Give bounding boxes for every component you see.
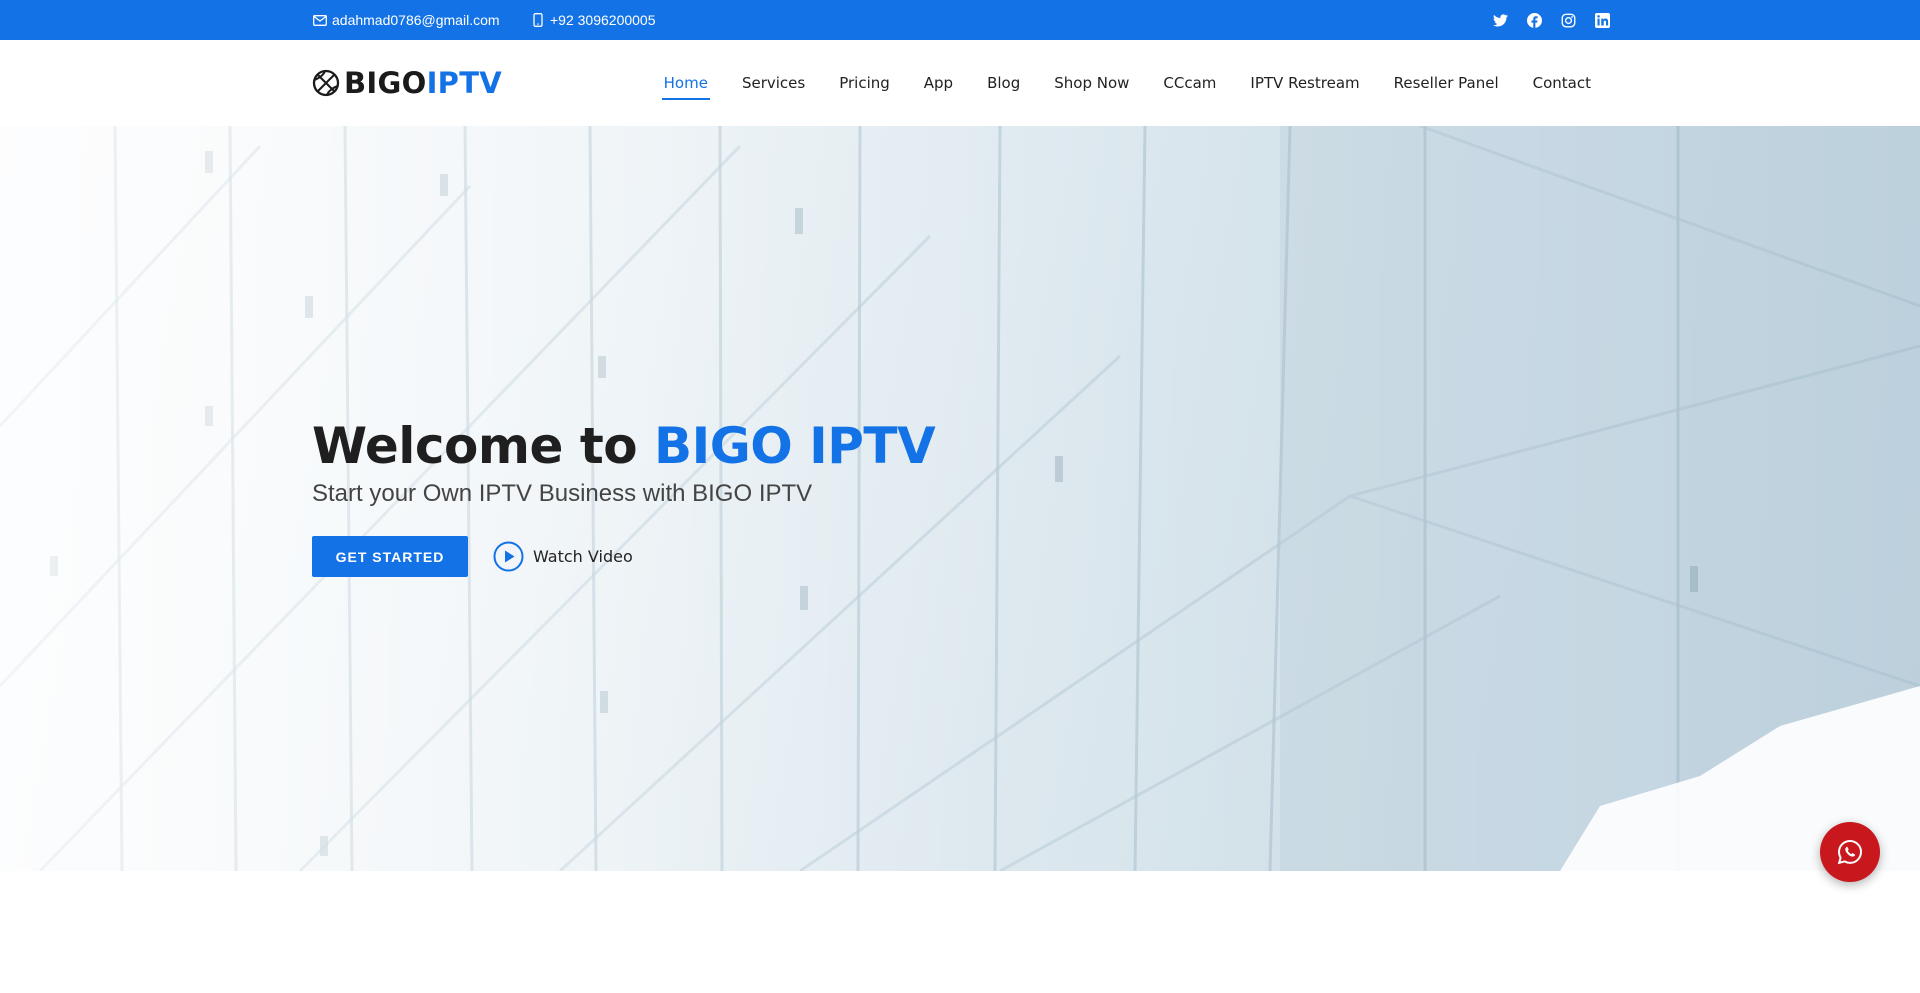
nav-shop-now[interactable]: Shop Now — [1037, 40, 1146, 126]
nav-home[interactable]: Home — [647, 40, 725, 126]
hero-background-image — [0, 126, 1920, 871]
logo-text-accent: IPTV — [426, 66, 503, 100]
social-links — [1492, 0, 1610, 40]
hero-title-accent: BIGO IPTV — [654, 417, 936, 475]
nav-app[interactable]: App — [907, 40, 970, 126]
twitter-icon[interactable] — [1492, 12, 1508, 28]
linkedin-icon[interactable] — [1594, 12, 1610, 28]
top-phone-text[interactable]: +92 3096200005 — [550, 12, 656, 28]
watch-video-button[interactable]: Watch Video — [493, 541, 633, 572]
nav-contact[interactable]: Contact — [1516, 40, 1608, 126]
hero-actions: GET STARTED Watch Video — [312, 536, 935, 577]
main-header: BIGO IPTV Home Services Pricing App Blog … — [0, 40, 1920, 126]
nav-iptv-restream[interactable]: IPTV Restream — [1233, 40, 1376, 126]
hero-title-prefix: Welcome to — [312, 417, 654, 475]
top-email[interactable]: adahmad0786@gmail.com — [312, 0, 500, 40]
envelope-icon — [312, 12, 328, 28]
logo-text-primary: BIGO — [344, 66, 427, 100]
instagram-icon[interactable] — [1560, 12, 1576, 28]
site-logo[interactable]: BIGO IPTV — [312, 40, 502, 126]
nav-services[interactable]: Services — [725, 40, 822, 126]
top-email-text[interactable]: adahmad0786@gmail.com — [332, 12, 500, 28]
nav-blog[interactable]: Blog — [970, 40, 1037, 126]
hero-section: Welcome to BIGO IPTV Start your Own IPTV… — [0, 126, 1920, 871]
phone-icon — [530, 12, 546, 28]
main-nav: Home Services Pricing App Blog Shop Now … — [647, 40, 1608, 126]
nav-cccam[interactable]: CCcam — [1146, 40, 1233, 126]
whatsapp-icon — [1837, 839, 1863, 865]
nav-pricing[interactable]: Pricing — [822, 40, 907, 126]
top-bar: adahmad0786@gmail.com +92 3096200005 — [0, 0, 1920, 40]
whatsapp-button[interactable] — [1820, 822, 1880, 882]
play-circle-icon — [493, 541, 524, 572]
top-phone[interactable]: +92 3096200005 — [530, 0, 656, 40]
nav-reseller-panel[interactable]: Reseller Panel — [1377, 40, 1516, 126]
hero-title: Welcome to BIGO IPTV — [312, 416, 936, 476]
basketball-icon — [312, 69, 340, 97]
hero-content: Welcome to BIGO IPTV Start your Own IPTV… — [312, 416, 936, 577]
watch-video-label[interactable]: Watch Video — [533, 547, 633, 566]
get-started-button[interactable]: GET STARTED — [312, 536, 468, 577]
hero-subtitle: Start your Own IPTV Business with BIGO I… — [312, 480, 813, 507]
facebook-icon[interactable] — [1526, 12, 1542, 28]
